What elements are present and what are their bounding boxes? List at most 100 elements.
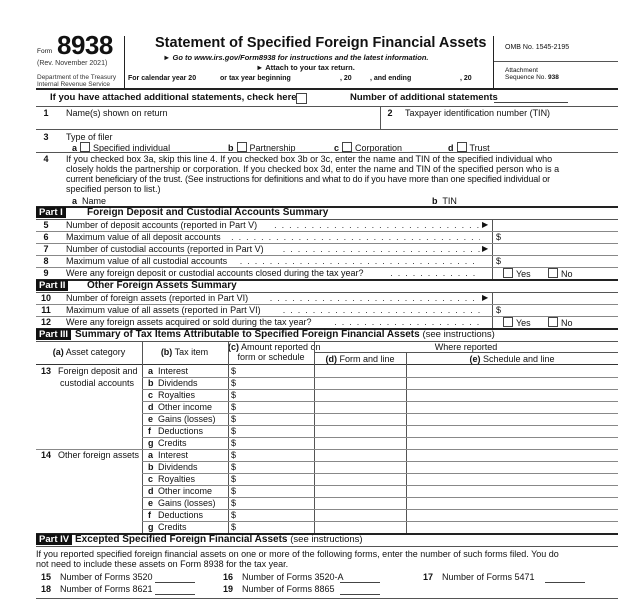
schedule-and-line-field[interactable]: [408, 401, 616, 412]
schedule-and-line-field[interactable]: [408, 473, 616, 484]
leader-dots: ....................................: [269, 293, 480, 303]
line-4a-name-field[interactable]: [100, 196, 430, 206]
dollar-sign: $: [231, 426, 237, 436]
line-16-count-field[interactable]: [340, 582, 380, 583]
form-and-line-field[interactable]: [316, 413, 404, 424]
form-and-line-field[interactable]: [316, 473, 404, 484]
year-20-a: , 20: [340, 75, 352, 82]
schedule-and-line-field[interactable]: [408, 461, 616, 472]
amount-field[interactable]: [238, 377, 312, 388]
schedule-and-line-field[interactable]: [408, 509, 616, 520]
amount-field[interactable]: [238, 389, 312, 400]
dollar-sign: $: [231, 522, 237, 532]
amount-field[interactable]: [238, 521, 312, 532]
yes-option[interactable]: Yes: [500, 268, 531, 279]
schedule-and-line-field[interactable]: [408, 425, 616, 436]
omb-number: OMB No. 1545-2195: [505, 44, 570, 51]
yes-checkbox[interactable]: [503, 317, 513, 327]
form-and-line-field[interactable]: [316, 461, 404, 472]
dollar-sign: $: [231, 414, 237, 424]
checkbox[interactable]: [342, 142, 353, 152]
line-17-count-field[interactable]: [545, 582, 585, 583]
form-and-line-field[interactable]: [316, 521, 404, 532]
yes-option[interactable]: Yes: [500, 317, 531, 328]
form-and-line-field[interactable]: [316, 485, 404, 496]
schedule-and-line-field[interactable]: [408, 521, 616, 532]
checkbox[interactable]: [80, 142, 91, 152]
no-option[interactable]: No: [545, 317, 573, 328]
attached-statements-checkbox[interactable]: [296, 93, 307, 104]
part-3-title: Summary of Tax Items Attributable to Spe…: [75, 329, 495, 340]
line-1-label: Name(s) shown on return: [66, 108, 168, 118]
line-label: Maximum value of all custodial accounts: [66, 256, 228, 266]
no-checkbox[interactable]: [548, 268, 558, 278]
schedule-and-line-field[interactable]: [408, 389, 616, 400]
line-label: Number of custodial accounts (reported i…: [66, 244, 264, 254]
no-option[interactable]: No: [545, 268, 573, 279]
yes-checkbox[interactable]: [503, 268, 513, 278]
asset-category-label: Foreign deposit and: [58, 366, 138, 376]
line-label: Number of Forms 3520: [60, 572, 153, 582]
amount-field[interactable]: [238, 365, 312, 376]
line-7-field[interactable]: [494, 243, 616, 254]
amount-field[interactable]: [238, 473, 312, 484]
calendar-year-label: For calendar year 20: [128, 75, 197, 82]
amount-field[interactable]: [238, 449, 312, 460]
line-11-amount-field[interactable]: [504, 304, 616, 315]
attached-statements-label: If you have attached additional statemen…: [50, 92, 297, 103]
schedule-and-line-field[interactable]: [408, 449, 616, 460]
line-6-amount-field[interactable]: [504, 231, 616, 242]
amount-field[interactable]: [238, 401, 312, 412]
form-and-line-field[interactable]: [316, 389, 404, 400]
form-and-line-field[interactable]: [316, 509, 404, 520]
schedule-and-line-field[interactable]: [408, 497, 616, 508]
line-number: 10: [40, 293, 51, 303]
form-and-line-field[interactable]: [316, 497, 404, 508]
amount-field[interactable]: [238, 461, 312, 472]
line-4b-tin-field[interactable]: [460, 196, 610, 206]
schedule-and-line-field[interactable]: [408, 377, 616, 388]
dollar-sign: $: [231, 474, 237, 484]
amount-field[interactable]: [238, 437, 312, 448]
schedule-and-line-field[interactable]: [408, 437, 616, 448]
number-of-statements-field[interactable]: [494, 102, 568, 103]
form-and-line-field[interactable]: [316, 365, 404, 376]
schedule-and-line-field[interactable]: [408, 413, 616, 424]
dollar-sign: $: [496, 232, 502, 242]
line-15-count-field[interactable]: [155, 582, 195, 583]
dollar-sign: $: [231, 498, 237, 508]
amount-field[interactable]: [238, 497, 312, 508]
tin-field[interactable]: [400, 118, 610, 128]
line-4-text: closely holds the partnership or corpora…: [66, 164, 560, 174]
form-and-line-field[interactable]: [316, 437, 404, 448]
line-2-number: 2: [387, 108, 393, 118]
rule: [36, 152, 618, 153]
line-number: 11: [41, 305, 51, 315]
tax-item-letter: g: [148, 438, 154, 448]
tax-item-letter: b: [148, 462, 154, 472]
schedule-and-line-field[interactable]: [408, 365, 616, 376]
arrow-icon: ▶: [482, 220, 489, 229]
amount-field[interactable]: [238, 413, 312, 424]
form-and-line-field[interactable]: [316, 401, 404, 412]
line-18-count-field[interactable]: [155, 594, 195, 595]
tax-item-label: Credits: [158, 438, 187, 448]
amount-field[interactable]: [238, 485, 312, 496]
form-and-line-field[interactable]: [316, 377, 404, 388]
schedule-and-line-field[interactable]: [408, 485, 616, 496]
part-4-tag: Part IV: [36, 534, 73, 545]
goto-instructions[interactable]: ► Go to www.irs.gov/Form8938 for instruc…: [163, 53, 429, 62]
line-19-count-field[interactable]: [340, 594, 380, 595]
line-5-field[interactable]: [494, 219, 616, 230]
line-8-amount-field[interactable]: [504, 255, 616, 266]
amount-field[interactable]: [238, 509, 312, 520]
name-field[interactable]: [60, 118, 378, 128]
no-checkbox[interactable]: [548, 317, 558, 327]
form-and-line-field[interactable]: [316, 425, 404, 436]
form-and-line-field[interactable]: [316, 449, 404, 460]
checkbox[interactable]: [236, 142, 247, 152]
checkbox[interactable]: [456, 142, 467, 152]
header-bottom-rule: [36, 88, 618, 90]
amount-field[interactable]: [238, 425, 312, 436]
line-10-field[interactable]: [494, 292, 616, 303]
